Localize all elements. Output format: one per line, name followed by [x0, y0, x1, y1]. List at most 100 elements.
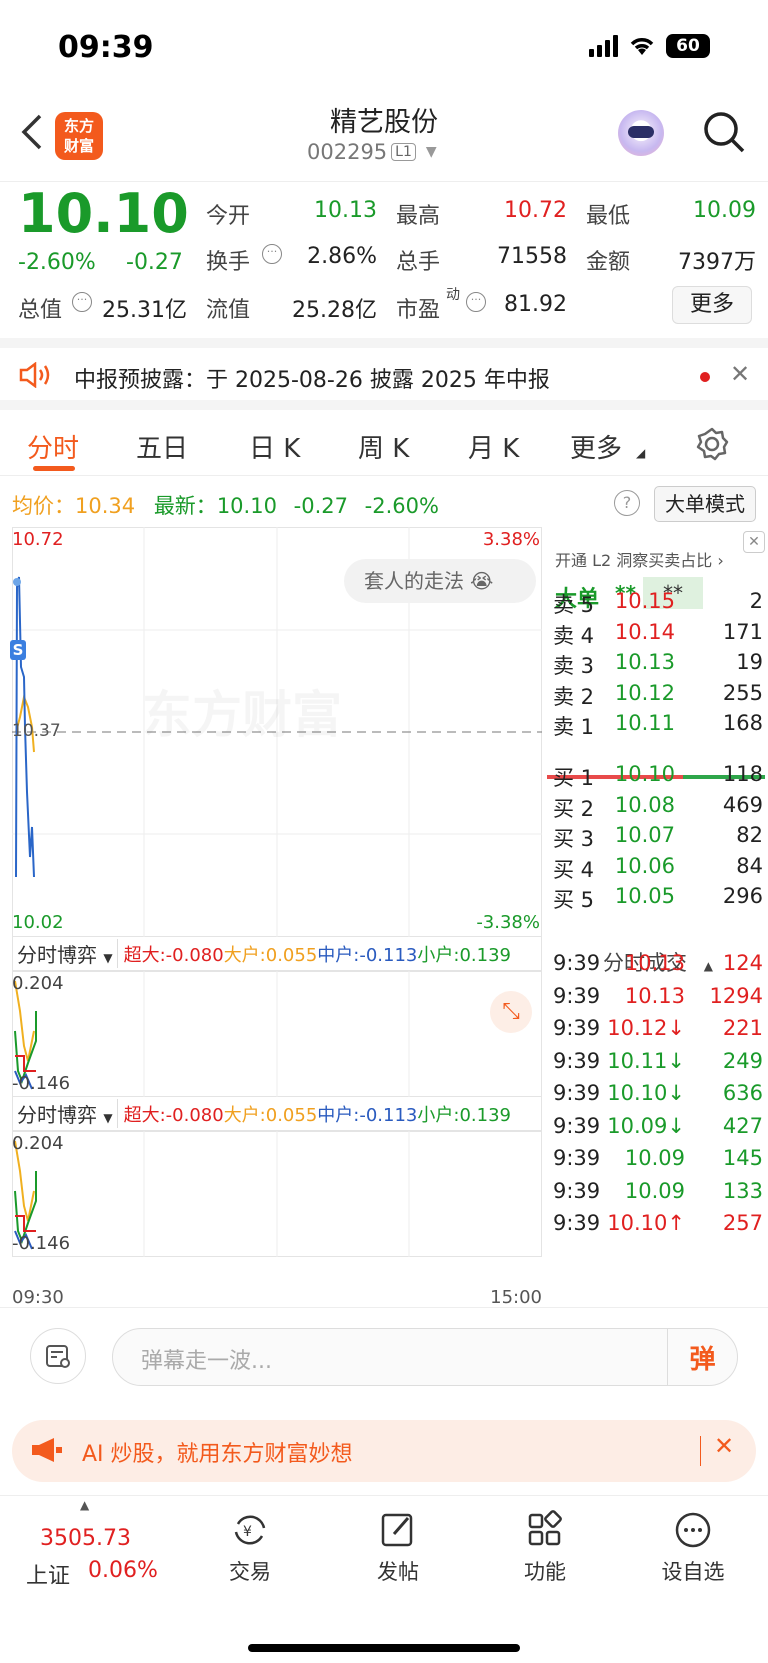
avg-label: 均价：	[12, 494, 75, 518]
trade-volume: 257	[722, 1211, 763, 1235]
trade-volume: 124	[722, 951, 763, 975]
danmu-input[interactable]: 弹幕走一波... 弹	[112, 1328, 738, 1386]
buy-price: 10.07	[614, 823, 675, 847]
status-bar: 09:39 60	[0, 0, 768, 96]
mid-flow: 中户:-0.113	[317, 1104, 418, 1126]
flow-chart-1	[12, 971, 542, 1097]
tab-intraday[interactable]: 分时	[27, 428, 79, 465]
turnover-value: 2.86%	[307, 244, 377, 269]
danmu-placeholder: 弹幕走一波...	[141, 1349, 272, 1374]
tab-weekly-k[interactable]: 周 K	[358, 428, 409, 465]
trade-volume: 1294	[709, 983, 763, 1008]
small-flow: 小户:0.139	[417, 1104, 511, 1126]
home-indicator	[248, 1644, 520, 1652]
buy-price: 10.08	[614, 792, 675, 817]
close-icon[interactable]: ✕	[743, 531, 765, 553]
robot-avatar[interactable]	[618, 110, 664, 156]
speaker-icon	[19, 362, 50, 388]
super-flow: 超大:-0.080	[123, 944, 224, 966]
trade-price: 10.11↓	[607, 1048, 685, 1073]
index-value[interactable]: 3505.73	[40, 1526, 131, 1551]
sell-price: 10.15	[614, 589, 675, 613]
subchart-select-2[interactable]: 分时博弈 ▼	[13, 1099, 118, 1128]
trade-price: 10.09	[624, 1178, 685, 1203]
status-icons: 60	[589, 34, 710, 58]
price-info-line: 均价：10.34 最新：10.10 -0.27 -2.60%	[12, 490, 439, 520]
info-icon[interactable]: ···	[466, 292, 486, 312]
danmu-settings-icon[interactable]	[30, 1328, 86, 1384]
sell-volume: 171	[722, 619, 763, 644]
sell-price: 10.13	[614, 650, 675, 674]
close-icon[interactable]: ✕	[714, 1432, 734, 1460]
buy-volume: 469	[722, 792, 763, 817]
tab-5day[interactable]: 五日	[136, 428, 188, 465]
l2-link[interactable]: 开通 L2 洞察买卖占比 ›	[555, 547, 724, 571]
high-label: 最高	[396, 204, 441, 229]
info-icon[interactable]: ···	[72, 292, 92, 312]
buy-volume: 296	[722, 884, 763, 908]
trade-icon: ¥	[234, 1515, 266, 1545]
nav-add-watchlist[interactable]: 设自选	[638, 1510, 748, 1586]
nav-trade[interactable]: ¥ 交易	[195, 1510, 305, 1586]
trade-time: 9:39	[553, 1081, 601, 1105]
pct-max-label: 3.38%	[482, 529, 540, 550]
divider	[700, 1436, 701, 1466]
bottom-nav: ▲ 3505.73 上证 0.06% ¥ 交易 发帖 功能 设自选	[0, 1495, 768, 1663]
stock-header: 东方 财富 精艺股份 002295 L1 ▼	[0, 96, 768, 182]
more-icon	[675, 1512, 711, 1548]
expand-icon[interactable]: ⤡	[490, 991, 532, 1033]
danmu-send-button[interactable]: 弹	[667, 1329, 737, 1385]
subchart-select-1[interactable]: 分时博弈 ▼	[13, 939, 118, 968]
announcement-bar[interactable]: 中报预披露：于 2025-08-26 披露 2025 年中报 ✕	[0, 338, 768, 410]
last-price: 10.10	[18, 182, 189, 245]
info-icon[interactable]: ···	[262, 244, 282, 264]
super-flow: 超大:-0.080	[123, 1104, 224, 1126]
mid-label: 10.37	[12, 721, 61, 741]
more-button[interactable]: 更多	[672, 286, 752, 324]
search-icon[interactable]	[702, 110, 746, 154]
tab-monthly-k[interactable]: 月 K	[468, 428, 519, 465]
nav-post[interactable]: 发帖	[343, 1510, 453, 1586]
caret-up-icon: ▲	[80, 1498, 90, 1512]
buy-price: 10.05	[614, 884, 675, 908]
quote-panel: 10.10 -2.60% -0.27 今开 10.13 最高 10.72 最低 …	[0, 182, 768, 337]
order-book: 开通 L2 洞察买卖占比 › ✕ 大单 ** ** 卖 5 10.15 2 卖 4 10…	[543, 527, 768, 1307]
sell-price: 10.11	[614, 711, 675, 735]
open-label: 今开	[206, 204, 251, 229]
ai-banner-text: AI 炒股，就用东方财富妙想	[82, 1442, 353, 1467]
mcap-value: 25.31亿	[102, 298, 187, 323]
comment-bubble[interactable]: 套人的走法 😭	[344, 559, 536, 603]
pe-label: 市盈	[396, 298, 441, 323]
sell-volume: 168	[722, 711, 763, 735]
big-order-mode-button[interactable]: 大单模式	[654, 486, 756, 522]
buy-volume: 118	[722, 762, 763, 786]
sell-price: 10.12	[614, 680, 675, 705]
tab-daily-k[interactable]: 日 K	[249, 428, 300, 465]
buy-volume: 82	[736, 823, 763, 847]
tab-more[interactable]: 更多	[570, 428, 622, 465]
trade-volume: 133	[722, 1178, 763, 1203]
trade-time: 9:39	[553, 951, 601, 975]
trade-time: 9:39	[553, 1211, 601, 1235]
stock-code-row[interactable]: 002295 L1 ▼	[307, 140, 437, 164]
nav-function[interactable]: 功能	[490, 1510, 600, 1586]
turnover-label: 换手	[206, 250, 251, 275]
settings-icon[interactable]	[694, 426, 730, 462]
mcap-label: 总值	[18, 298, 63, 323]
open-value: 10.13	[314, 198, 377, 223]
ymax-label: 10.72	[12, 529, 64, 550]
chevron-right-icon: ›	[717, 551, 724, 570]
sell-price: 10.14	[614, 619, 675, 644]
buy-price: 10.06	[614, 853, 675, 878]
float-label: 流值	[206, 298, 251, 323]
wifi-icon	[630, 38, 654, 55]
trade-time: 9:39	[553, 1113, 601, 1138]
close-icon[interactable]: ✕	[730, 360, 750, 388]
status-time: 09:39	[58, 30, 154, 65]
help-icon[interactable]: ?	[614, 490, 640, 516]
avg-value: 10.34	[75, 494, 136, 518]
intraday-chart-area[interactable]: 东方财富 10.72 3.38% 10.02 -3.38% 10.37 S 套人…	[10, 527, 542, 1308]
ai-banner[interactable]: AI 炒股，就用东方财富妙想 ✕	[12, 1420, 756, 1482]
trade-price: 10.13	[624, 983, 685, 1008]
grid-icon	[528, 1510, 562, 1546]
